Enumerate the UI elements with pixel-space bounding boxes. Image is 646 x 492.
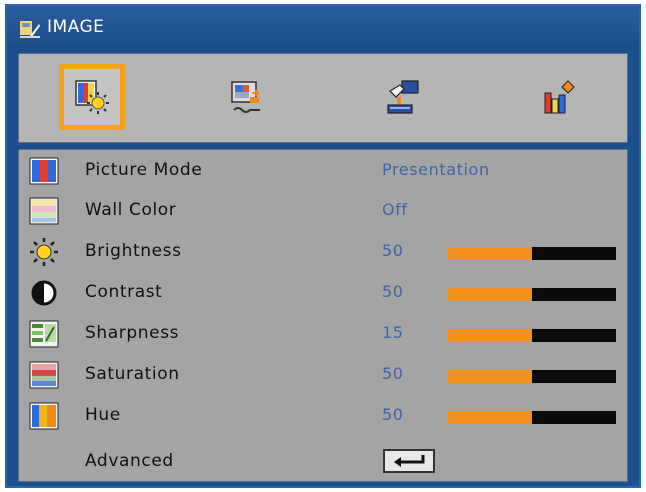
- image-settings-icon: [75, 80, 109, 114]
- image-menu-icon: [20, 21, 40, 38]
- setting-value: 50: [382, 241, 404, 260]
- enter-arrow-icon: [394, 455, 425, 467]
- setting-value: Presentation: [382, 160, 490, 179]
- setting-value: 50: [382, 282, 404, 301]
- menu-title-bar: IMAGE: [7, 6, 639, 50]
- setting-hue[interactable]: Hue 50: [19, 397, 627, 435]
- setting-value: 50: [382, 364, 404, 383]
- setting-label: Brightness: [85, 241, 182, 261]
- menu-title: IMAGE: [47, 17, 105, 37]
- slider-fill: [447, 247, 532, 260]
- hue-slider[interactable]: [447, 411, 616, 424]
- screen-frame: IMAGE Picture Mode Presentation Wall Col…: [0, 0, 646, 492]
- contrast-slider[interactable]: [447, 288, 616, 301]
- setting-label: Advanced: [85, 451, 174, 471]
- setting-sharpness[interactable]: Sharpness 15: [19, 315, 627, 353]
- wall-color-icon: [29, 197, 59, 225]
- brightness-slider[interactable]: [447, 247, 616, 260]
- setting-label: Picture Mode: [85, 160, 203, 180]
- sharpness-icon: [29, 320, 59, 348]
- setting-label: Saturation: [85, 364, 180, 384]
- slider-fill: [447, 411, 532, 424]
- saturation-slider[interactable]: [447, 370, 616, 383]
- setting-picture-mode[interactable]: Picture Mode Presentation: [19, 152, 627, 190]
- saturation-icon: [29, 361, 59, 389]
- picture-mode-icon: [29, 157, 59, 185]
- setting-label: Sharpness: [85, 323, 180, 343]
- slider-fill: [447, 370, 532, 383]
- setting-brightness[interactable]: Brightness 50: [19, 233, 627, 271]
- setting-advanced[interactable]: Advanced: [19, 443, 627, 481]
- setting-label: Hue: [85, 405, 121, 425]
- setting-value: 50: [382, 405, 404, 424]
- setup-icon: [387, 80, 419, 114]
- display-settings-icon: [231, 81, 260, 113]
- brightness-icon: [30, 238, 58, 266]
- menu-tab-bar: [18, 53, 628, 143]
- settings-list: Picture Mode Presentation Wall Color Off: [18, 149, 628, 482]
- hue-icon: [29, 402, 59, 430]
- tab-options[interactable]: [527, 64, 593, 130]
- slider-fill: [447, 288, 532, 301]
- setting-value: Off: [382, 200, 408, 219]
- options-icon: [544, 80, 575, 114]
- enter-icon[interactable]: [383, 449, 435, 473]
- slider-fill: [447, 329, 532, 342]
- setting-contrast[interactable]: Contrast 50: [19, 274, 627, 312]
- sharpness-slider[interactable]: [447, 329, 616, 342]
- setting-label: Contrast: [85, 282, 163, 302]
- osd-menu: IMAGE Picture Mode Presentation Wall Col…: [5, 4, 641, 488]
- setting-saturation[interactable]: Saturation 50: [19, 356, 627, 394]
- setting-label: Wall Color: [85, 200, 177, 220]
- setting-wall-color[interactable]: Wall Color Off: [19, 192, 627, 230]
- contrast-icon: [31, 280, 57, 306]
- tab-display[interactable]: [215, 64, 281, 130]
- setting-value: 15: [382, 323, 404, 342]
- tab-setup[interactable]: [371, 64, 437, 130]
- tab-image[interactable]: [59, 64, 125, 130]
